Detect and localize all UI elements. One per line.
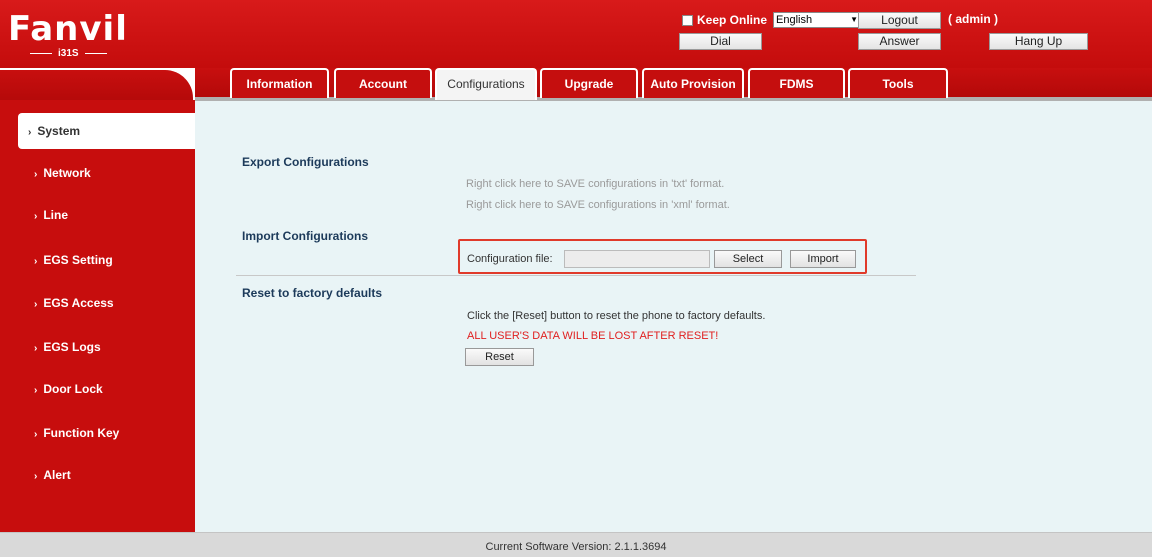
chevron-down-icon: ▼ — [850, 15, 858, 24]
sidebar-item-label: Network — [43, 166, 91, 180]
sidebar-item-line[interactable]: › Line — [0, 197, 195, 233]
sidebar-item-label: Line — [43, 208, 69, 222]
sidebar-item-label: EGS Logs — [43, 340, 101, 354]
tab-auto-provision[interactable]: Auto Provision — [642, 68, 744, 98]
import-configurations-title: Import Configurations — [242, 229, 368, 243]
top-header: Fanvil i31S Keep Online English ▼ Logout… — [0, 0, 1152, 68]
config-file-label: Configuration file: — [467, 253, 553, 265]
sidebar-item-system[interactable]: › System — [18, 113, 195, 149]
logo-model: i31S — [24, 48, 113, 59]
chevron-right-icon: › — [34, 211, 38, 222]
dial-button[interactable]: Dial — [679, 33, 762, 50]
chevron-right-icon: › — [34, 299, 38, 310]
sidebar-item-label: EGS Access — [43, 296, 114, 310]
sidebar-item-label: System — [37, 124, 81, 138]
select-button[interactable]: Select — [714, 250, 782, 268]
chevron-right-icon: › — [34, 429, 38, 440]
tab-configurations[interactable]: Configurations — [435, 68, 537, 100]
logo-brand: Fanvil — [8, 9, 128, 49]
keep-online-label: Keep Online — [697, 13, 768, 27]
language-select[interactable]: English ▼ — [773, 12, 863, 28]
config-file-input[interactable] — [564, 250, 710, 268]
fanvil-logo: Fanvil i31S — [8, 9, 128, 62]
reset-button[interactable]: Reset — [465, 348, 534, 366]
tab-upgrade[interactable]: Upgrade — [540, 68, 638, 98]
chevron-right-icon: › — [34, 343, 38, 354]
export-configurations-title: Export Configurations — [242, 155, 369, 169]
hangup-button[interactable]: Hang Up — [989, 33, 1088, 50]
tab-tools[interactable]: Tools — [848, 68, 948, 98]
export-txt-link[interactable]: Right click here to SAVE configurations … — [466, 178, 724, 190]
tab-account[interactable]: Account — [334, 68, 432, 98]
footer: Current Software Version: 2.1.1.3694 — [0, 532, 1152, 557]
reset-description: Click the [Reset] button to reset the ph… — [467, 310, 766, 322]
section-divider — [236, 275, 916, 276]
export-xml-link[interactable]: Right click here to SAVE configurations … — [466, 199, 730, 211]
chevron-right-icon: › — [34, 256, 38, 267]
sidebar: › System › Network › Line › EGS Setting › EGS… — [0, 100, 195, 532]
answer-button[interactable]: Answer — [858, 33, 941, 50]
chevron-right-icon: › — [28, 127, 32, 138]
user-label: ( admin ) — [948, 12, 998, 26]
sidebar-item-label: Door Lock — [43, 382, 103, 396]
tab-information[interactable]: Information — [230, 68, 329, 98]
reset-factory-title: Reset to factory defaults — [242, 286, 383, 300]
sidebar-item-egs-access[interactable]: › EGS Access — [0, 285, 195, 321]
sidebar-item-egs-logs[interactable]: › EGS Logs — [0, 329, 195, 365]
logout-button[interactable]: Logout — [858, 12, 941, 29]
sidebar-item-egs-setting[interactable]: › EGS Setting — [0, 242, 195, 278]
chevron-right-icon: › — [34, 385, 38, 396]
software-version: Current Software Version: 2.1.1.3694 — [485, 541, 667, 553]
sidebar-item-label: EGS Setting — [43, 253, 113, 267]
sidebar-item-door-lock[interactable]: › Door Lock — [0, 371, 195, 407]
chevron-right-icon: › — [34, 169, 38, 180]
sidebar-item-label: Function Key — [43, 426, 120, 440]
keep-online-control[interactable]: Keep Online — [682, 13, 767, 27]
language-value: English — [776, 14, 813, 26]
sidebar-item-network[interactable]: › Network — [0, 155, 195, 191]
sidebar-item-function-key[interactable]: › Function Key — [0, 415, 195, 451]
keep-online-checkbox[interactable] — [682, 14, 693, 26]
tab-fdms[interactable]: FDMS — [748, 68, 845, 98]
sidebar-item-label: Alert — [43, 468, 71, 482]
sidebar-item-alert[interactable]: › Alert — [0, 457, 195, 493]
import-button[interactable]: Import — [790, 250, 856, 268]
reset-warning: ALL USER'S DATA WILL BE LOST AFTER RESET… — [467, 330, 719, 342]
chevron-right-icon: › — [34, 471, 38, 482]
